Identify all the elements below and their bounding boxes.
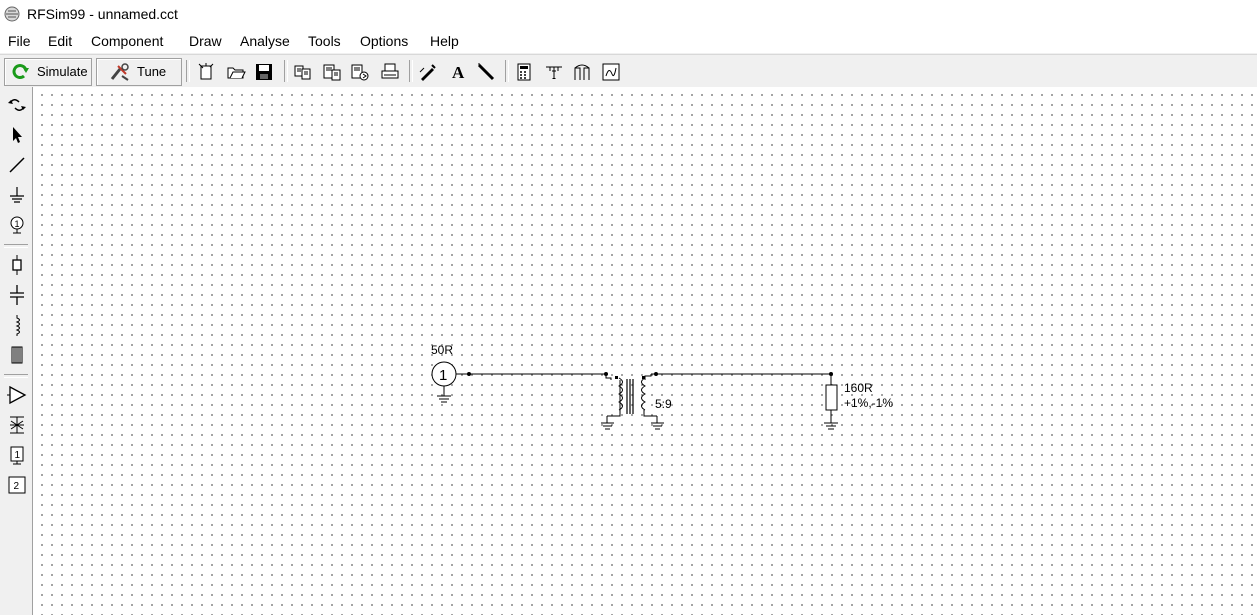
toolbar-separator — [284, 60, 288, 82]
print-icon[interactable] — [380, 62, 400, 82]
component-sidebar: 1 1 2 — [0, 87, 33, 615]
app-icon — [4, 6, 20, 22]
antenna-icon[interactable] — [572, 62, 592, 82]
port2-icon[interactable]: 2 — [6, 474, 28, 496]
resistor-value: 160R — [844, 381, 873, 395]
chart-icon[interactable] — [601, 62, 621, 82]
tune-icon — [110, 63, 129, 81]
schematic-canvas[interactable]: 50R 1 5:9 160R +1%,-1% — [33, 87, 1257, 615]
toolbar-separator — [505, 60, 509, 82]
menu-tools[interactable]: Tools — [308, 33, 341, 49]
source-label: 50R — [431, 343, 453, 357]
sidebar-separator — [4, 374, 28, 378]
menu-component[interactable]: Component — [91, 33, 163, 49]
toolbar: Simulate Tune A — [0, 54, 1257, 88]
simulate-button[interactable]: Simulate — [4, 58, 92, 86]
source-port[interactable]: 50R 1 — [431, 343, 457, 403]
resistor-icon[interactable] — [6, 254, 28, 276]
edit-icon[interactable] — [418, 62, 438, 82]
sidebar-separator — [4, 244, 28, 248]
svg-text:1: 1 — [15, 450, 21, 461]
window-title: RFSim99 - unnamed.cct — [27, 6, 178, 22]
calculator-icon[interactable] — [514, 62, 534, 82]
menu-options[interactable]: Options — [360, 33, 408, 49]
menu-help[interactable]: Help — [430, 33, 459, 49]
copy-icon[interactable] — [293, 62, 313, 82]
resistor-tolerance: +1%,-1% — [844, 396, 893, 410]
inductor-icon[interactable] — [6, 314, 28, 336]
rotate-icon[interactable] — [6, 94, 28, 116]
menu-draw[interactable]: Draw — [189, 33, 222, 49]
crystal-icon[interactable] — [6, 414, 28, 436]
text-icon[interactable]: A — [448, 62, 468, 82]
export-icon[interactable] — [350, 62, 370, 82]
ground-icon[interactable] — [6, 184, 28, 206]
port-icon[interactable]: 1 — [6, 214, 28, 236]
wire-icon[interactable] — [6, 154, 28, 176]
menu-analyse[interactable]: Analyse — [240, 33, 290, 49]
source-port-number: 1 — [439, 367, 447, 384]
menu-file[interactable]: File — [8, 33, 31, 49]
capacitor-icon[interactable] — [6, 284, 28, 306]
transformer-block-icon[interactable] — [6, 344, 28, 366]
pointer-icon[interactable] — [6, 124, 28, 146]
svg-text:A: A — [452, 63, 465, 82]
toolbar-separator — [186, 60, 190, 82]
svg-text:1: 1 — [15, 219, 20, 229]
pen-icon[interactable] — [476, 62, 496, 82]
amplifier-icon[interactable] — [6, 384, 28, 406]
svg-text:2: 2 — [14, 481, 20, 492]
new-icon[interactable] — [197, 62, 217, 82]
menu-edit[interactable]: Edit — [48, 33, 72, 49]
junction-dot — [467, 372, 471, 376]
tune-button[interactable]: Tune — [96, 58, 182, 86]
transformer[interactable]: 5:9 — [601, 374, 672, 430]
toolbar-separator — [409, 60, 413, 82]
transformer-ratio: 5:9 — [655, 397, 672, 411]
circuit-schematic: 50R 1 5:9 160R +1%,-1% — [431, 343, 893, 430]
filter-icon[interactable] — [544, 62, 564, 82]
save-icon[interactable] — [254, 62, 274, 82]
menu-bar: File Edit Component Draw Analyse Tools O… — [0, 29, 1257, 53]
resistor[interactable]: 160R +1%,-1% — [824, 374, 893, 430]
paste-icon[interactable] — [322, 62, 342, 82]
title-bar: RFSim99 - unnamed.cct — [0, 0, 1257, 29]
port1-icon[interactable]: 1 — [6, 444, 28, 466]
refresh-icon — [12, 64, 29, 79]
open-icon[interactable] — [226, 62, 246, 82]
